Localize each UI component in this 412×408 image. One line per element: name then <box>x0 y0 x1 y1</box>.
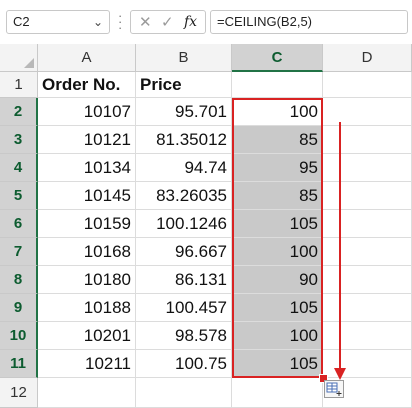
drag-down-arrow-icon <box>334 122 346 380</box>
result-cell[interactable]: 100 <box>232 322 323 350</box>
select-all-triangle-icon <box>24 58 34 68</box>
order-number-cell[interactable]: 10121 <box>38 126 136 154</box>
price-cell[interactable]: 98.578 <box>136 322 232 350</box>
price-cell[interactable]: 94.74 <box>136 154 232 182</box>
row-header-6[interactable]: 6 <box>0 210 38 238</box>
order-number-cell[interactable]: 10168 <box>38 238 136 266</box>
column-header-d[interactable]: D <box>323 44 412 72</box>
price-cell[interactable]: 81.35012 <box>136 126 232 154</box>
order-number-cell[interactable]: 10159 <box>38 210 136 238</box>
price-cell[interactable]: 100.1246 <box>136 210 232 238</box>
formula-input[interactable]: =CEILING(B2,5) <box>210 10 408 34</box>
row-header-1[interactable]: 1 <box>0 72 38 98</box>
price-cell[interactable]: 100.457 <box>136 294 232 322</box>
result-cell[interactable]: 105 <box>232 294 323 322</box>
price-cell[interactable]: 95.701 <box>136 98 232 126</box>
row-header-5[interactable]: 5 <box>0 182 38 210</box>
row-header-8[interactable]: 8 <box>0 266 38 294</box>
order-number-cell[interactable]: 10145 <box>38 182 136 210</box>
order-number-cell[interactable]: 10180 <box>38 266 136 294</box>
row-header-11[interactable]: 11 <box>0 350 38 378</box>
formula-bar: C2 ⌄ · · · ✕ ✓ fx =CEILING(B2,5) <box>0 0 412 44</box>
row-header-12[interactable]: 12 <box>0 378 38 408</box>
insert-function-icon[interactable]: fx <box>184 14 197 30</box>
column-header-a[interactable]: A <box>38 44 136 72</box>
order-number-cell[interactable]: 10188 <box>38 294 136 322</box>
header-cell-order-no[interactable]: Order No. <box>38 72 136 98</box>
order-number-cell[interactable]: 10134 <box>38 154 136 182</box>
empty-cell[interactable] <box>136 378 232 408</box>
order-number-cell[interactable]: 10107 <box>38 98 136 126</box>
order-number-cell[interactable]: 10211 <box>38 350 136 378</box>
row-header-9[interactable]: 9 <box>0 294 38 322</box>
empty-cell[interactable] <box>323 72 412 98</box>
result-cell[interactable]: 105 <box>232 210 323 238</box>
price-cell[interactable]: 96.667 <box>136 238 232 266</box>
name-box[interactable]: C2 ⌄ <box>6 10 110 34</box>
enter-icon[interactable]: ✓ <box>161 13 174 31</box>
select-all-corner[interactable] <box>0 44 38 72</box>
result-cell[interactable]: 85 <box>232 182 323 210</box>
row-header-3[interactable]: 3 <box>0 126 38 154</box>
column-header-b[interactable]: B <box>136 44 232 72</box>
result-cell[interactable]: 90 <box>232 266 323 294</box>
result-cell[interactable]: 105 <box>232 350 323 378</box>
empty-cell[interactable] <box>232 378 323 408</box>
name-box-value: C2 <box>13 14 30 29</box>
empty-cell[interactable] <box>232 72 323 98</box>
spreadsheet-grid: A B C D 1 Order No. Price 2 10107 95.701 100 3 1… <box>0 44 412 408</box>
formula-controls: ✕ ✓ fx <box>130 10 206 34</box>
cancel-icon[interactable]: ✕ <box>139 13 152 31</box>
formula-bar-separator[interactable]: · · · <box>118 9 122 34</box>
order-number-cell[interactable]: 10201 <box>38 322 136 350</box>
result-cell[interactable]: 100 <box>232 238 323 266</box>
column-header-c[interactable]: C <box>232 44 323 72</box>
result-cell[interactable]: 95 <box>232 154 323 182</box>
price-cell[interactable]: 100.75 <box>136 350 232 378</box>
row-header-10[interactable]: 10 <box>0 322 38 350</box>
price-cell[interactable]: 86.131 <box>136 266 232 294</box>
header-cell-price[interactable]: Price <box>136 72 232 98</box>
row-header-7[interactable]: 7 <box>0 238 38 266</box>
row-header-4[interactable]: 4 <box>0 154 38 182</box>
row-header-2[interactable]: 2 <box>0 98 38 126</box>
active-result-cell[interactable]: 100 <box>232 98 323 126</box>
empty-cell[interactable] <box>38 378 136 408</box>
auto-fill-glyph-icon <box>326 382 342 396</box>
result-cell[interactable]: 85 <box>232 126 323 154</box>
chevron-down-icon[interactable]: ⌄ <box>93 11 103 33</box>
auto-fill-options-icon[interactable] <box>324 380 344 398</box>
price-cell[interactable]: 83.26035 <box>136 182 232 210</box>
